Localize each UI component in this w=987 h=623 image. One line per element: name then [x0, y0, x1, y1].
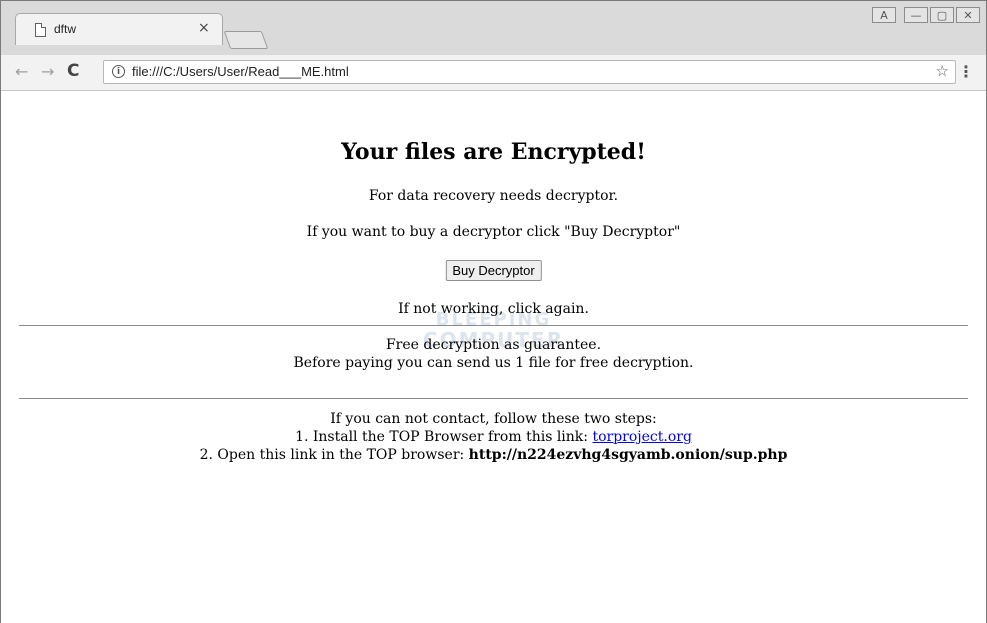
buy-instruction-text: If you want to buy a decryptor click "Bu…: [306, 224, 681, 240]
page-icon: [35, 23, 46, 37]
step-2: 2. Open this link in the TOP browser: ht…: [1, 447, 986, 463]
user-profile-button[interactable]: A: [872, 7, 896, 23]
tab-title: dftw: [54, 22, 77, 36]
retry-text: If not working, click again.: [398, 301, 589, 317]
url-text[interactable]: file:///C:/Users/User/Read___ME.html: [132, 64, 349, 79]
divider: [19, 398, 968, 399]
step-1: 1. Install the TOP Browser from this lin…: [1, 429, 986, 445]
info-icon[interactable]: i: [112, 65, 125, 78]
page-title: Your files are Encrypted!: [341, 139, 646, 165]
torproject-link[interactable]: torproject.org: [592, 429, 691, 445]
step-1-text: 1. Install the TOP Browser from this lin…: [295, 429, 593, 445]
tab-close-button[interactable]: ×: [198, 20, 210, 36]
guarantee-text: Free decryption as guarantee.: [385, 337, 602, 353]
divider: [19, 325, 968, 326]
address-bar[interactable]: i file:///C:/Users/User/Read___ME.html ☆: [103, 60, 956, 84]
forward-arrow-icon[interactable]: →: [41, 62, 54, 81]
minimize-button[interactable]: —: [904, 7, 928, 23]
kebab-menu-icon[interactable]: ⋮: [958, 62, 974, 81]
address-toolbar: ← → C i file:///C:/Users/User/Read___ME.…: [1, 55, 986, 91]
window-controls: A — ▢ ✕: [872, 7, 980, 25]
browser-tab[interactable]: dftw ×: [15, 13, 223, 45]
close-window-button[interactable]: ✕: [956, 7, 980, 23]
free-decryption-text: Before paying you can send us 1 file for…: [293, 355, 694, 371]
new-tab-button[interactable]: [223, 31, 269, 49]
recovery-text: For data recovery needs decryptor.: [368, 188, 619, 204]
onion-address: http://n224ezvhg4sgyamb.onion/sup.php: [468, 447, 788, 463]
reload-icon[interactable]: C: [67, 61, 79, 81]
page-content: BLEEPING COMPUTER Your files are Encrypt…: [1, 91, 986, 623]
contact-intro-text: If you can not contact, follow these two…: [330, 411, 657, 427]
back-arrow-icon[interactable]: ←: [15, 62, 28, 81]
buy-decryptor-button[interactable]: Buy Decryptor: [445, 260, 542, 281]
bookmark-star-icon[interactable]: ☆: [936, 62, 949, 80]
browser-window: dftw × A — ▢ ✕ ← → C i file:///C:/Users/…: [0, 0, 987, 623]
title-bar: dftw × A — ▢ ✕: [1, 1, 986, 55]
step-2-text: 2. Open this link in the TOP browser:: [199, 447, 469, 463]
restore-button[interactable]: ▢: [930, 7, 954, 23]
